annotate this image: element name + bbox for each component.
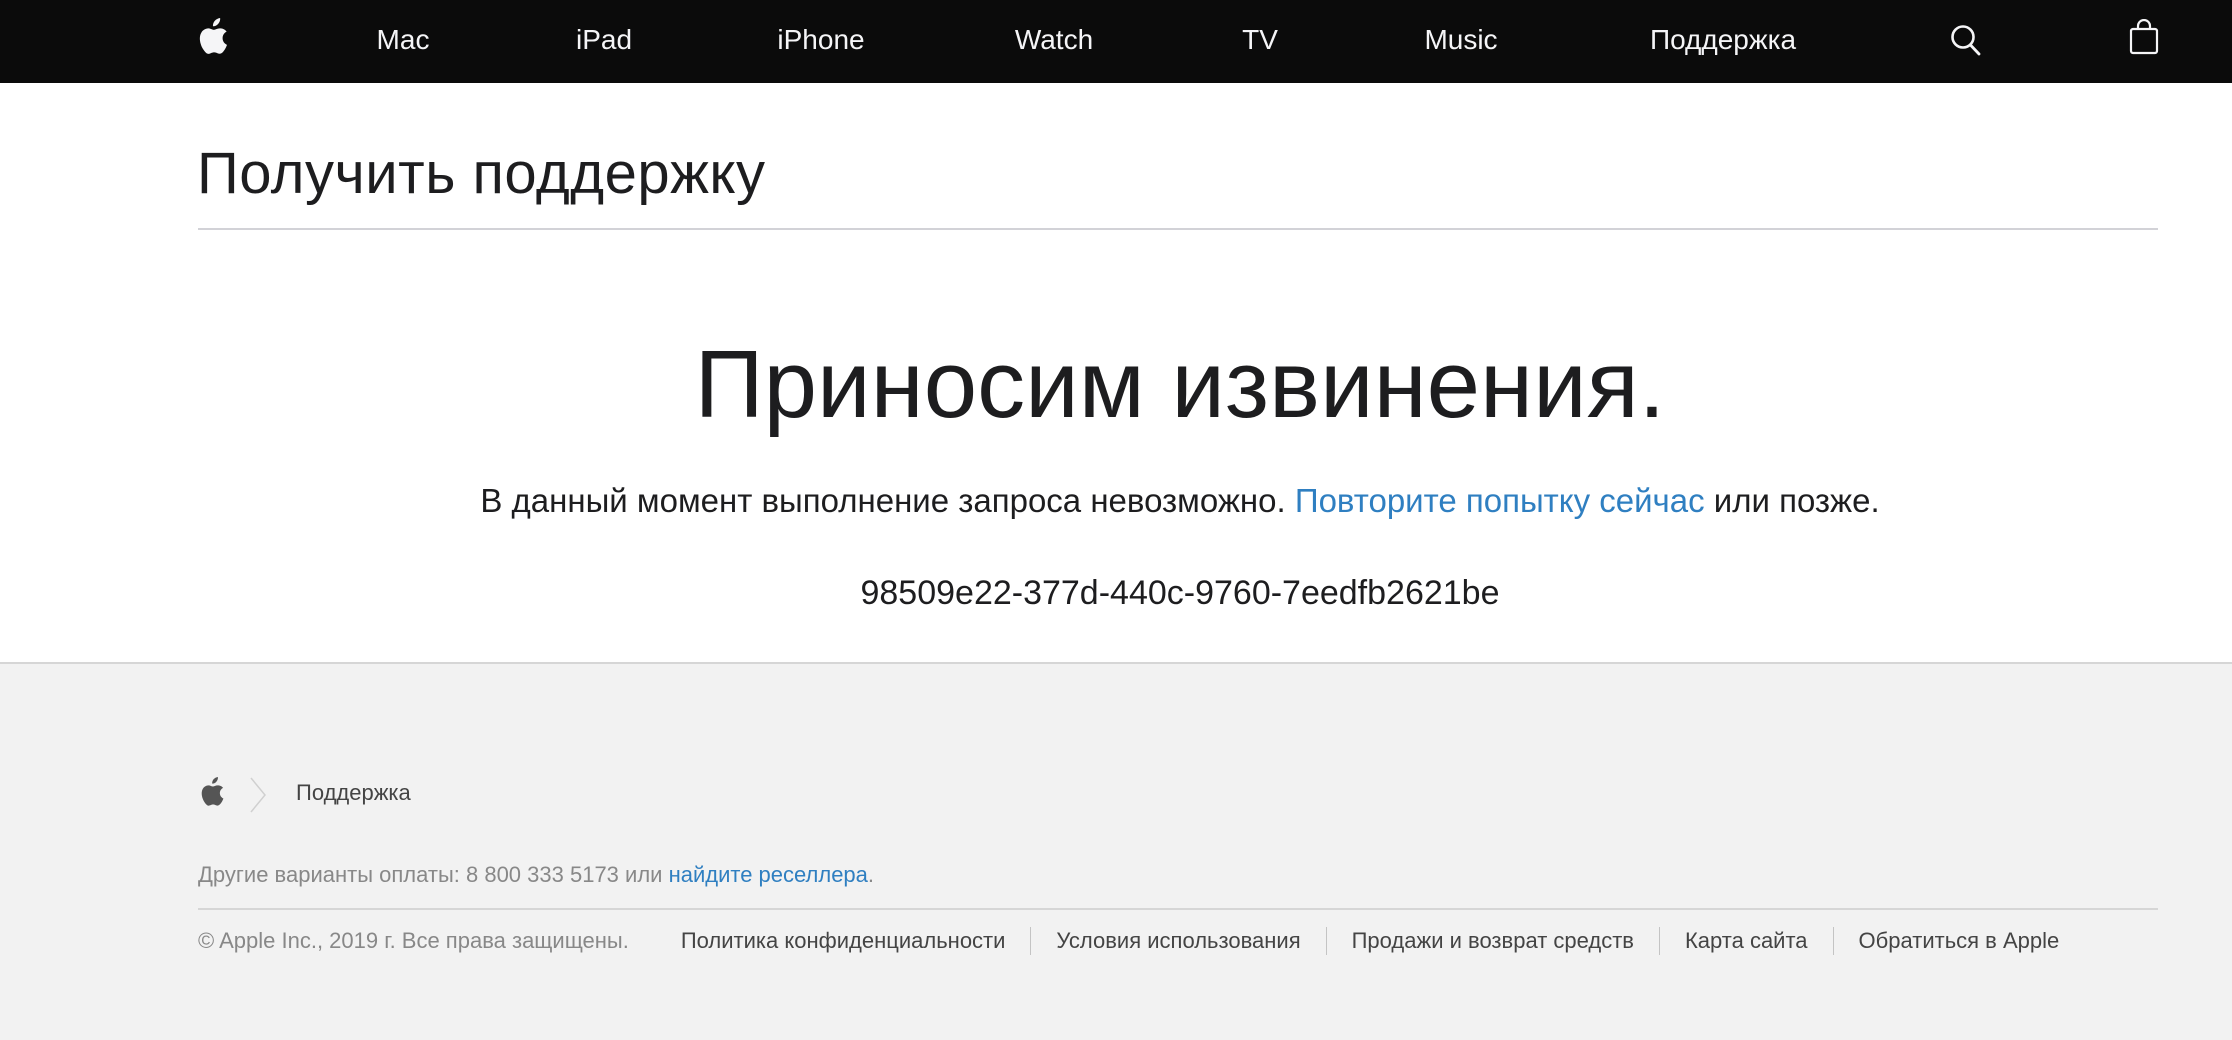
nav-item-tv[interactable]: TV: [1242, 0, 1278, 83]
breadcrumb-chevron-icon: [248, 776, 268, 814]
footer: Поддержка Другие варианты оплаты: 8 800 …: [0, 662, 2232, 1040]
legal-link-privacy[interactable]: Политика конфиденциальности: [681, 928, 1006, 954]
find-reseller-link[interactable]: найдите реселлера: [669, 862, 868, 887]
page-title: Получить поддержку: [197, 141, 766, 206]
nav-item-support[interactable]: Поддержка: [1650, 0, 1796, 83]
footer-shop-end: .: [867, 862, 875, 887]
nav-item-music[interactable]: Music: [1424, 0, 1497, 83]
legal-link-sales-refunds[interactable]: Продажи и возврат средств: [1352, 928, 1634, 954]
footer-shop-text: Другие варианты оплаты: 8 800 333 5173 и…: [198, 862, 669, 887]
error-message-text: В данный момент выполнение запроса невоз…: [480, 482, 1295, 519]
bag-icon[interactable]: [2129, 18, 2159, 55]
legal-separator: [1658, 927, 1660, 955]
error-message-tail: или позже.: [1704, 482, 1880, 519]
footer-shop-info: Другие варианты оплаты: 8 800 333 5173 и…: [198, 862, 874, 888]
breadcrumb-support[interactable]: Поддержка: [296, 780, 411, 806]
legal-link-contact-apple[interactable]: Обратиться в Apple: [1859, 928, 2060, 954]
nav-item-watch[interactable]: Watch: [1015, 0, 1093, 83]
apple-logo-icon[interactable]: [196, 18, 232, 58]
legal-separator: [1325, 927, 1327, 955]
copyright: © Apple Inc., 2019 г. Все права защищены…: [198, 928, 629, 953]
global-nav: Mac iPad iPhone Watch TV Music Поддержка: [0, 0, 2232, 83]
error-heading: Приносим извинения.: [694, 331, 1666, 438]
nav-item-ipad[interactable]: iPad: [576, 0, 632, 83]
legal-separator: [1030, 927, 1032, 955]
error-message: В данный момент выполнение запроса невоз…: [0, 482, 2232, 520]
footer-apple-logo-icon[interactable]: [199, 777, 227, 809]
legal-link-terms[interactable]: Условия использования: [1056, 928, 1300, 954]
nav-item-iphone[interactable]: iPhone: [777, 0, 864, 83]
title-divider: [198, 228, 2158, 230]
error-code: 98509e22-377d-440c-9760-7eedfb2621be: [860, 574, 1500, 612]
footer-legal: © Apple Inc., 2019 г. Все права защищены…: [198, 926, 2059, 956]
footer-divider: [198, 908, 2158, 910]
retry-link[interactable]: Повторите попытку сейчас: [1295, 482, 1705, 519]
search-icon[interactable]: [1950, 24, 1982, 58]
legal-separator: [1832, 927, 1834, 955]
legal-link-sitemap[interactable]: Карта сайта: [1685, 928, 1808, 954]
nav-item-mac[interactable]: Mac: [377, 0, 430, 83]
